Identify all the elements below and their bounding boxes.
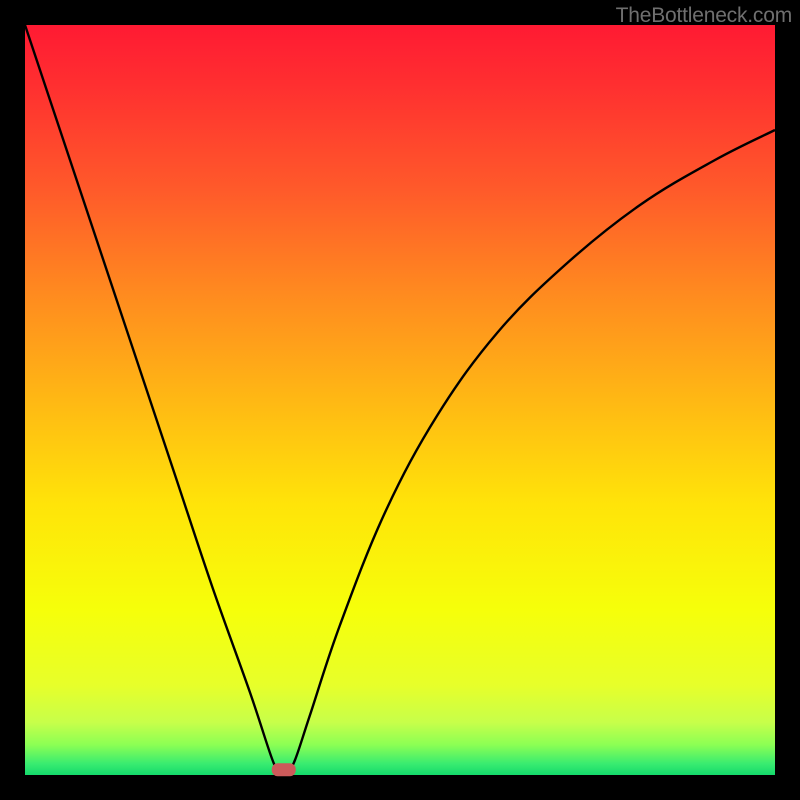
plot-area [25,25,775,775]
bottleneck-curve-path [25,25,775,773]
watermark-text: TheBottleneck.com [616,4,792,28]
optimal-marker [272,763,296,776]
curve-svg [25,25,775,775]
chart-frame: TheBottleneck.com [0,0,800,800]
